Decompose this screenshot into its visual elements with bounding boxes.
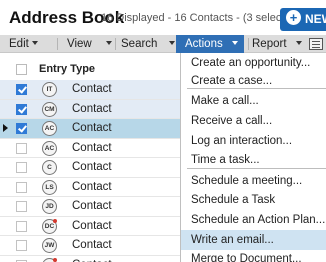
menu-item-schedule-a-meeting[interactable]: Schedule a meeting... [181, 171, 326, 191]
contact-avatar-icon: C [42, 160, 57, 175]
menu-edit-label: Edit [9, 38, 29, 50]
flag-dot-icon [53, 218, 57, 223]
chevron-down-icon [31, 40, 38, 45]
table-row[interactable]: AC Contact [0, 119, 180, 139]
entry-type-cell: Contact [72, 259, 112, 262]
menu-search[interactable]: Search [121, 35, 176, 53]
title-bar: Address Book 16 Displayed - 16 Contacts … [0, 0, 326, 34]
avatar-initials: LS [45, 183, 54, 191]
contact-avatar-icon: IT [42, 82, 57, 97]
menu-view[interactable]: View [67, 35, 112, 53]
row-checkbox[interactable] [16, 240, 27, 251]
row-checkbox[interactable] [16, 142, 27, 154]
menu-view-label: View [67, 38, 92, 50]
avatar-initials: C [47, 164, 52, 171]
table-row[interactable]: IT Contact [0, 80, 180, 100]
contact-avatar-icon: JD [42, 199, 57, 214]
contact-avatar-icon: AC [42, 121, 57, 136]
entry-type-cell: Contact [72, 141, 112, 154]
menu-report-label: Report [252, 38, 287, 50]
column-header-entry-type[interactable]: Entry Type [39, 63, 95, 75]
current-row-arrow-icon [3, 124, 8, 132]
entry-type-cell: Contact [72, 161, 112, 173]
table-row[interactable]: Contact [0, 256, 180, 262]
table-row[interactable]: C Contact [0, 158, 180, 178]
entry-type-cell: Contact [72, 200, 112, 212]
new-button[interactable]: + NEW [280, 8, 326, 31]
row-checkbox[interactable] [16, 123, 27, 134]
menu-item-schedule-an-action-plan[interactable]: Schedule an Action Plan... [181, 210, 326, 230]
table-row[interactable]: AC Contact [0, 139, 180, 158]
menu-separator [115, 38, 116, 50]
list-view-icon[interactable] [309, 38, 323, 50]
chevron-down-icon [295, 40, 302, 45]
row-checkbox[interactable] [16, 201, 27, 212]
row-checkbox[interactable] [16, 103, 27, 115]
avatar-initials: DC [44, 222, 55, 230]
entry-type-cell: Contact [72, 122, 112, 134]
actions-dropdown-menu: Create an opportunity... Create a case...… [180, 53, 326, 262]
flag-dot-icon [53, 257, 57, 262]
avatar-initials: CM [44, 105, 55, 113]
contact-avatar-icon: JW [42, 238, 57, 253]
contact-avatar-icon: DC [42, 218, 57, 234]
contact-avatar-icon: LS [42, 179, 57, 195]
menu-item-create-an-opportunity[interactable]: Create an opportunity... [181, 53, 326, 73]
table-row[interactable]: DC Contact [0, 217, 180, 236]
menu-item-write-an-email[interactable]: Write an email... [181, 230, 326, 250]
contact-avatar-icon: AC [42, 140, 57, 156]
contact-avatar-icon: CM [42, 101, 57, 117]
menu-separator [248, 38, 249, 50]
row-checkbox[interactable] [16, 220, 27, 232]
menu-actions[interactable]: Actions [176, 35, 244, 53]
menu-item-schedule-a-task[interactable]: Schedule a Task [181, 190, 326, 210]
entry-type-cell: Contact [72, 180, 112, 193]
avatar-initials: JD [45, 203, 54, 210]
contact-avatar-icon [42, 257, 57, 262]
menu-item-make-a-call[interactable]: Make a call... [181, 91, 326, 111]
entry-type-cell: Contact [72, 102, 112, 115]
avatar-initials: JW [44, 242, 55, 249]
contacts-grid: Entry Type IT Contact CM Contact AC Contact AC… [0, 54, 180, 262]
table-row[interactable]: JD Contact [0, 197, 180, 217]
menu-separator [57, 38, 58, 50]
grid-header: Entry Type [0, 58, 180, 80]
chevron-down-icon [169, 40, 176, 45]
table-row[interactable]: JW Contact [0, 236, 180, 256]
entry-type-cell: Contact [72, 239, 112, 251]
menu-edit[interactable]: Edit [9, 35, 49, 53]
menu-search-label: Search [121, 38, 158, 50]
row-checkbox[interactable] [16, 84, 27, 95]
menu-bar: Edit View Search Actions Report [0, 35, 326, 53]
table-row[interactable]: LS Contact [0, 178, 180, 197]
row-checkbox[interactable] [16, 181, 27, 193]
record-count-subtitle: 16 Displayed - 16 Contacts - (3 selected… [101, 12, 301, 24]
entry-type-cell: Contact [72, 83, 112, 95]
menu-actions-label: Actions [185, 38, 223, 50]
avatar-initials: AC [44, 125, 55, 132]
menu-separator [187, 88, 326, 89]
menu-separator [187, 168, 326, 169]
chevron-down-icon [231, 40, 238, 45]
menu-item-receive-a-call[interactable]: Receive a call... [181, 111, 326, 131]
new-button-label: NEW [305, 12, 326, 26]
select-all-checkbox[interactable] [16, 64, 27, 75]
row-checkbox[interactable] [16, 162, 27, 173]
menu-item-time-a-task[interactable]: Time a task... [181, 150, 326, 170]
plus-icon: + [286, 10, 301, 25]
table-row[interactable]: CM Contact [0, 99, 180, 119]
avatar-initials: AC [44, 144, 55, 152]
menu-report[interactable]: Report [252, 35, 304, 53]
grid-rows: IT Contact CM Contact AC Contact AC Contact C Con… [0, 80, 180, 262]
menu-item-merge-to-document[interactable]: Merge to Document... [181, 249, 326, 262]
entry-type-cell: Contact [72, 219, 112, 232]
avatar-initials: IT [46, 86, 53, 93]
chevron-down-icon [105, 40, 112, 45]
menu-item-log-an-interaction[interactable]: Log an interaction... [181, 131, 326, 151]
